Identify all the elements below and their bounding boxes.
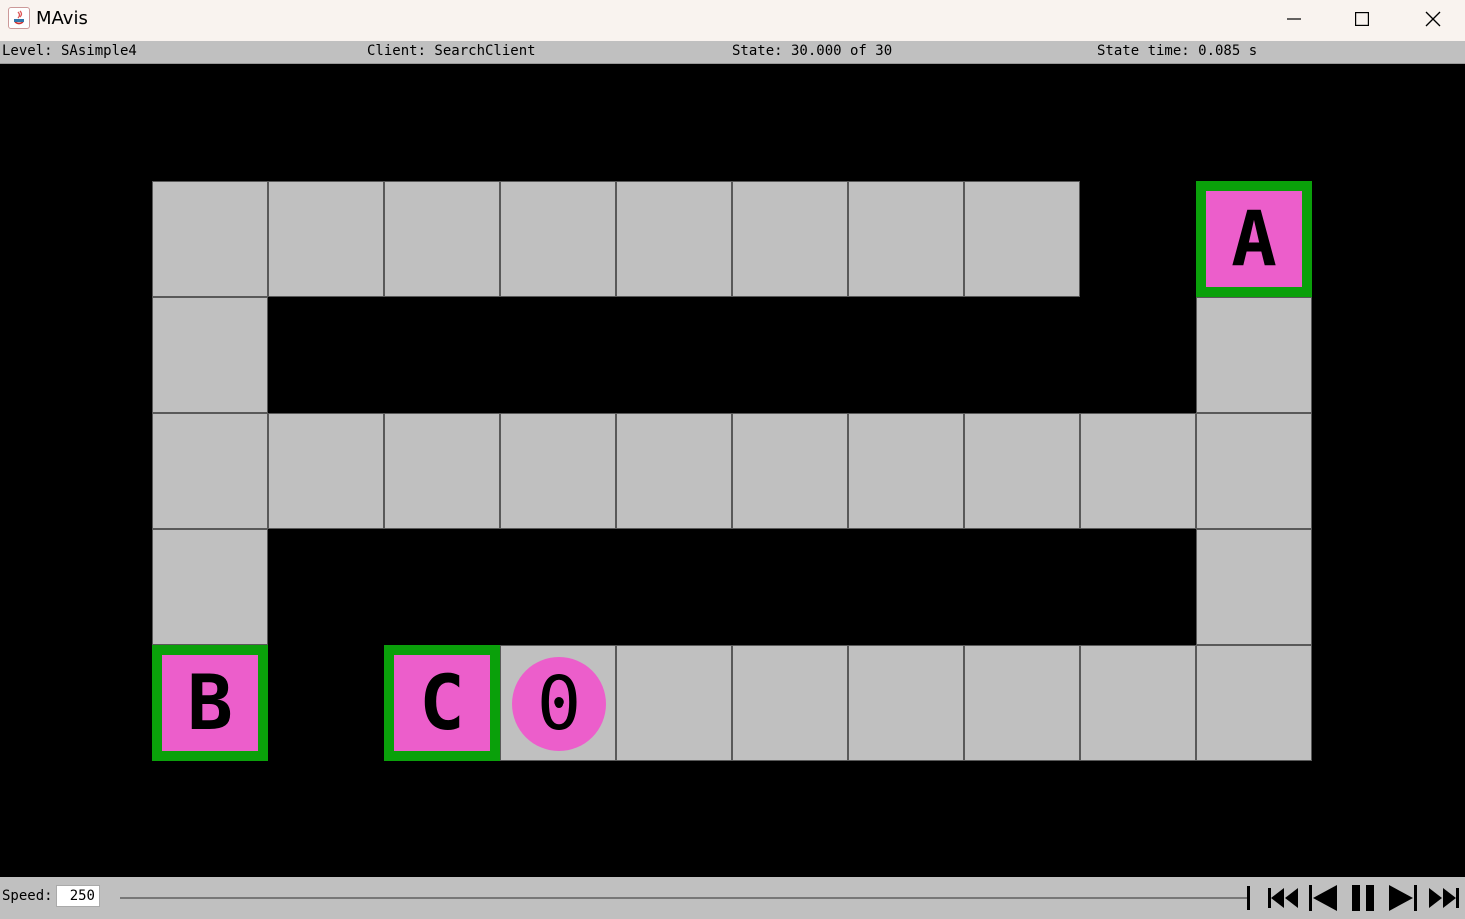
client-name: Client: SearchClient <box>367 43 536 59</box>
maximize-button[interactable] <box>1327 0 1397 38</box>
floor-cell <box>964 181 1080 297</box>
floor-cell <box>268 413 384 529</box>
floor-cell: 0 <box>500 645 616 761</box>
state-time: State time: 0.085 s <box>1097 43 1258 59</box>
floor-cell <box>732 413 848 529</box>
goal-cell: B <box>152 645 268 761</box>
status-bar: Level: SAsimple4 Client: SearchClient St… <box>0 41 1465 64</box>
maximize-icon <box>1355 12 1369 26</box>
floor-cell <box>964 413 1080 529</box>
box-b: B <box>162 655 258 751</box>
floor-cell <box>1196 645 1312 761</box>
step-back-button[interactable] <box>1306 882 1340 914</box>
floor-cell <box>732 645 848 761</box>
box-c: C <box>394 655 490 751</box>
goal-cell: A <box>1196 181 1312 297</box>
box-a: A <box>1206 191 1302 287</box>
state-slider-track[interactable] <box>120 897 1248 899</box>
floor-cell <box>1196 413 1312 529</box>
floor-cell <box>152 181 268 297</box>
floor-cell <box>1080 413 1196 529</box>
floor-cell <box>616 181 732 297</box>
skip-to-end-icon <box>1429 888 1459 908</box>
close-icon <box>1425 11 1441 27</box>
floor-cell <box>152 297 268 413</box>
floor-cell <box>848 645 964 761</box>
step-forward-icon <box>1389 885 1417 911</box>
pause-icon <box>1352 885 1374 911</box>
playback-controls: Speed: 250 <box>0 877 1465 919</box>
agent-0: 0 <box>512 657 606 751</box>
floor-cell <box>268 181 384 297</box>
close-button[interactable] <box>1398 0 1465 38</box>
floor-cell <box>616 413 732 529</box>
floor-cell <box>500 413 616 529</box>
step-back-icon <box>1309 885 1337 911</box>
floor-cell <box>152 529 268 645</box>
window-title: MAvis <box>36 8 88 29</box>
minimize-icon <box>1287 18 1301 20</box>
floor-cell <box>616 645 732 761</box>
state-slider-handle[interactable] <box>1247 886 1250 910</box>
floor-cell <box>848 413 964 529</box>
level-name: Level: SAsimple4 <box>2 43 137 59</box>
floor-cell <box>1196 529 1312 645</box>
pause-button[interactable] <box>1346 882 1380 914</box>
floor-cell <box>384 181 500 297</box>
floor-cell <box>1080 645 1196 761</box>
floor-cell <box>732 181 848 297</box>
skip-to-end-button[interactable] <box>1426 882 1462 914</box>
title-bar: MAvis <box>0 0 1465 41</box>
floor-cell <box>964 645 1080 761</box>
level-grid: A B C0 <box>152 181 1312 761</box>
skip-to-start-icon <box>1268 888 1298 908</box>
goal-cell: C <box>384 645 500 761</box>
floor-cell <box>152 413 268 529</box>
skip-to-start-button[interactable] <box>1266 882 1300 914</box>
level-canvas: A B C0 <box>0 64 1465 877</box>
minimize-button[interactable] <box>1259 0 1329 38</box>
agent-center-dot <box>555 700 563 708</box>
floor-cell <box>500 181 616 297</box>
step-forward-button[interactable] <box>1386 882 1420 914</box>
speed-label: Speed: <box>2 888 53 904</box>
java-app-icon <box>8 7 30 29</box>
state-counter: State: 30.000 of 30 <box>732 43 893 59</box>
speed-input[interactable]: 250 <box>56 885 100 907</box>
floor-cell <box>848 181 964 297</box>
floor-cell <box>1196 297 1312 413</box>
floor-cell <box>384 413 500 529</box>
